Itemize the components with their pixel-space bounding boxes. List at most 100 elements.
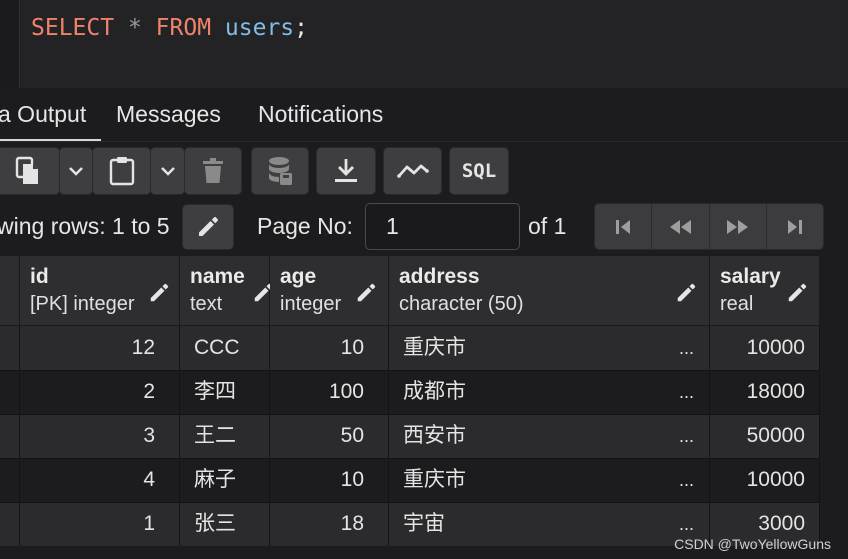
next-page-icon: [726, 219, 748, 234]
delete-row-button[interactable]: [184, 147, 242, 195]
cell-name[interactable]: 麻子: [180, 458, 270, 502]
edit-column-icon[interactable]: [675, 282, 697, 304]
cell-address[interactable]: 西安市: [389, 414, 710, 458]
row-number-cell[interactable]: [0, 326, 20, 370]
cell-age[interactable]: 50: [270, 414, 389, 458]
column-type: character (50): [399, 293, 524, 315]
first-page-button[interactable]: [595, 204, 653, 249]
cell-salary[interactable]: 18000: [710, 370, 820, 414]
table-row[interactable]: 12 CCC 10 重庆市 ... 10000: [0, 326, 820, 370]
cell-id[interactable]: 12: [20, 326, 180, 370]
table-row[interactable]: 2 李四 100 成都市 ... 18000: [0, 370, 820, 414]
row-divider: [0, 458, 820, 459]
cell-address[interactable]: 成都市: [389, 370, 710, 414]
tab-data-output[interactable]: a Output: [0, 88, 101, 142]
tab-messages[interactable]: Messages: [116, 88, 221, 142]
row-divider: [0, 370, 820, 371]
page-number-input[interactable]: 1: [365, 203, 520, 250]
next-page-button[interactable]: [710, 204, 767, 249]
sql-keyword-select: SELECT: [31, 15, 115, 41]
download-icon: [335, 159, 357, 182]
cell-id[interactable]: 2: [20, 370, 180, 414]
column-header-id[interactable]: id [PK] integer: [20, 256, 180, 326]
cell-name[interactable]: 李四: [180, 370, 270, 414]
cell-ellipsis: ...: [679, 426, 695, 446]
cell-name[interactable]: 王二: [180, 414, 270, 458]
cell-salary[interactable]: 10000: [710, 458, 820, 502]
tab-notifications[interactable]: Notifications: [258, 88, 383, 142]
row-number-cell[interactable]: [0, 458, 20, 502]
column-type: [PK] integer: [30, 293, 135, 315]
graph-visualiser-button[interactable]: [383, 147, 442, 195]
download-button[interactable]: [316, 147, 376, 195]
row-number-header: [0, 256, 20, 326]
column-type: text: [190, 293, 223, 315]
cell-salary[interactable]: 50000: [710, 414, 820, 458]
table-row[interactable]: 3 王二 50 西安市 ... 50000: [0, 414, 820, 458]
sql-table-name: users: [224, 15, 295, 41]
edit-column-icon[interactable]: [786, 282, 808, 304]
editor-gutter: [0, 0, 20, 88]
sql-button[interactable]: SQL: [449, 147, 509, 195]
sql-star: *: [127, 15, 142, 41]
edit-rows-button[interactable]: [182, 204, 234, 250]
sql-label: SQL: [461, 160, 497, 182]
edit-column-icon[interactable]: [355, 282, 377, 304]
column-name: address: [399, 265, 480, 288]
save-data-button[interactable]: [251, 147, 309, 195]
cell-salary[interactable]: 10000: [710, 326, 820, 370]
cell-age[interactable]: 10: [270, 326, 389, 370]
sql-keyword-from: FROM: [155, 15, 212, 41]
cell-age[interactable]: 18: [270, 502, 389, 546]
table-row[interactable]: 4 麻子 10 重庆市 ... 10000: [0, 458, 820, 502]
column-name: id: [30, 265, 49, 288]
chevron-down-icon: [160, 167, 175, 176]
row-divider: [0, 414, 820, 415]
copy-icon: [15, 156, 38, 184]
cell-address[interactable]: 重庆市: [389, 458, 710, 502]
cell-address[interactable]: 重庆市: [389, 326, 710, 370]
delete-icon: [203, 158, 223, 183]
page-navigation: [594, 203, 824, 250]
chevron-down-icon: [69, 167, 83, 176]
sql-code-line[interactable]: SELECT * FROM users;: [31, 15, 308, 41]
cell-id[interactable]: 1: [20, 502, 180, 546]
column-header-name[interactable]: name text: [180, 256, 273, 326]
paste-button[interactable]: [92, 147, 151, 195]
cell-name[interactable]: CCC: [180, 326, 270, 370]
cell-ellipsis: ...: [679, 382, 695, 402]
last-page-button[interactable]: [767, 204, 823, 249]
column-header-address[interactable]: address character (50): [389, 256, 710, 326]
cell-age[interactable]: 10: [270, 458, 389, 502]
cell-ellipsis: ...: [679, 338, 695, 358]
save-data-icon: [269, 157, 292, 185]
row-number-cell[interactable]: [0, 414, 20, 458]
paste-options-button[interactable]: [150, 147, 185, 195]
first-page-icon: [616, 219, 631, 234]
edit-column-icon[interactable]: [148, 282, 170, 304]
copy-options-button[interactable]: [59, 147, 93, 195]
page-no-label: Page No:: [257, 213, 353, 239]
row-number-cell[interactable]: [0, 370, 20, 414]
last-page-icon: [787, 219, 802, 234]
data-grid: id [PK] integer name text age integer ad…: [0, 256, 820, 559]
column-name: salary: [720, 265, 781, 288]
cell-id[interactable]: 3: [20, 414, 180, 458]
sql-semicolon: ;: [294, 15, 309, 41]
paste-icon: [109, 157, 134, 186]
previous-page-button[interactable]: [652, 204, 710, 249]
cell-name[interactable]: 张三: [180, 502, 270, 546]
cell-age[interactable]: 100: [270, 370, 389, 414]
cell-id[interactable]: 4: [20, 458, 180, 502]
column-header-salary[interactable]: salary real: [710, 256, 820, 326]
cell-address[interactable]: 宇宙: [389, 502, 710, 546]
row-divider: [0, 502, 820, 503]
column-header-age[interactable]: age integer: [270, 256, 389, 326]
pencil-icon: [199, 216, 219, 236]
query-editor[interactable]: SELECT * FROM users;: [0, 0, 848, 88]
copy-button[interactable]: [0, 147, 60, 195]
row-number-cell[interactable]: [0, 502, 20, 546]
graph-icon: [396, 164, 429, 178]
watermark: CSDN @TwoYellowGuns: [674, 536, 831, 552]
showing-rows-label: wing rows: 1 to 5: [0, 213, 170, 239]
